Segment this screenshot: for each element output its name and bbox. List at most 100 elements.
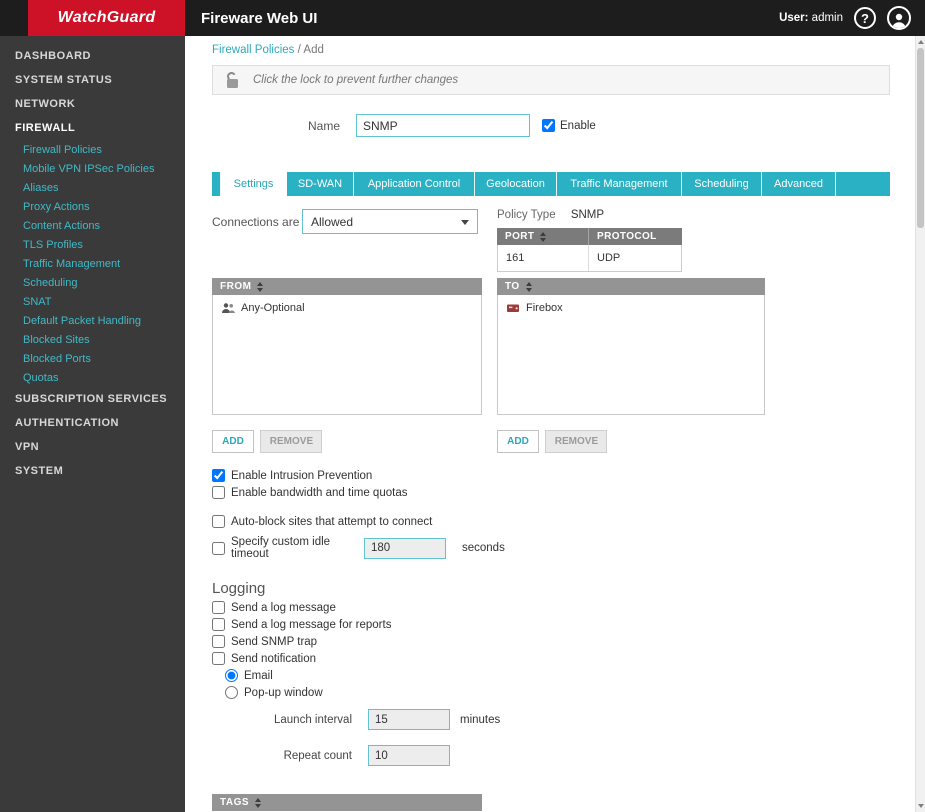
send-log-checkbox[interactable] — [212, 601, 225, 614]
sidebar-item-system[interactable]: SYSTEM — [0, 459, 185, 483]
sidebar-item-blocked-sites[interactable]: Blocked Sites — [0, 330, 185, 349]
top-bar: WatchGuard Fireware Web UI User: admin ? — [0, 0, 925, 36]
sort-icon — [255, 797, 262, 808]
send-log-reports-row: Send a log message for reports — [212, 618, 890, 631]
send-snmp-trap-checkbox[interactable] — [212, 635, 225, 648]
send-snmp-trap-row: Send SNMP trap — [212, 635, 890, 648]
to-remove-button[interactable]: REMOVE — [545, 430, 608, 453]
lock-banner: Click the lock to prevent further change… — [212, 65, 890, 95]
sidebar-item-scheduling[interactable]: Scheduling — [0, 273, 185, 292]
sidebar-item-firewall-policies[interactable]: Firewall Policies — [0, 140, 185, 159]
to-list-header[interactable]: TO — [497, 278, 765, 295]
to-add-button[interactable]: ADD — [497, 430, 539, 453]
port-table: PORT PROTOCOL 161 UDP — [497, 228, 682, 272]
sidebar-item-traffic-management[interactable]: Traffic Management — [0, 254, 185, 273]
sidebar: DASHBOARD SYSTEM STATUS NETWORK FIREWALL… — [0, 36, 185, 812]
lock-banner-message: Click the lock to prevent further change… — [253, 74, 459, 86]
user-avatar-icon[interactable] — [887, 6, 911, 30]
idle-timeout-unit: seconds — [462, 542, 505, 554]
breadcrumb-firewall-policies-link[interactable]: Firewall Policies — [212, 44, 294, 56]
breadcrumb-current: Add — [303, 44, 324, 56]
launch-interval-row: Launch interval minutes — [212, 709, 890, 730]
sidebar-item-quotas[interactable]: Quotas — [0, 368, 185, 387]
connections-dropdown[interactable]: Allowed — [302, 209, 478, 234]
sidebar-item-aliases[interactable]: Aliases — [0, 178, 185, 197]
send-log-reports-label: Send a log message for reports — [231, 618, 392, 631]
sidebar-item-system-status[interactable]: SYSTEM STATUS — [0, 68, 185, 92]
protocol-cell: UDP — [597, 252, 621, 264]
auto-block-checkbox[interactable] — [212, 515, 225, 528]
idle-timeout-label: Specify custom idle timeout — [231, 536, 331, 560]
tab-settings[interactable]: Settings — [221, 172, 287, 196]
send-notification-checkbox[interactable] — [212, 652, 225, 665]
bandwidth-quotas-label: Enable bandwidth and time quotas — [231, 486, 408, 499]
person-icon — [892, 13, 906, 28]
sort-icon — [540, 231, 547, 242]
from-to-row: FROM Any-Optional TO Firebox — [212, 278, 890, 415]
vertical-scrollbar[interactable] — [915, 36, 925, 812]
to-list[interactable]: Firebox — [497, 295, 765, 415]
notify-popup-radio[interactable] — [225, 686, 238, 699]
tags-header[interactable]: TAGS — [212, 794, 482, 811]
watchguard-logo[interactable]: WatchGuard — [28, 0, 185, 36]
sidebar-item-tls-profiles[interactable]: TLS Profiles — [0, 235, 185, 254]
sidebar-item-subscription-services[interactable]: SUBSCRIPTION SERVICES — [0, 387, 185, 411]
firebox-icon — [507, 304, 519, 312]
sidebar-item-vpn[interactable]: VPN — [0, 435, 185, 459]
from-remove-button[interactable]: REMOVE — [260, 430, 323, 453]
sidebar-item-network[interactable]: NETWORK — [0, 92, 185, 116]
sidebar-item-default-packet-handling[interactable]: Default Packet Handling — [0, 311, 185, 330]
list-item[interactable]: Firebox — [506, 302, 756, 314]
logo-text: WatchGuard — [57, 9, 156, 26]
auto-block-row: Auto-block sites that attempt to connect — [212, 515, 890, 528]
idle-timeout-checkbox[interactable] — [212, 541, 225, 555]
tab-sd-wan[interactable]: SD-WAN — [287, 172, 354, 196]
scrollbar-thumb[interactable] — [917, 48, 924, 228]
send-notification-row: Send notification — [212, 652, 890, 665]
list-item[interactable]: Any-Optional — [221, 302, 473, 314]
tab-traffic-management[interactable]: Traffic Management — [557, 172, 682, 196]
scroll-up-button[interactable] — [916, 36, 925, 48]
notify-popup-label: Pop-up window — [244, 686, 323, 699]
sidebar-item-dashboard[interactable]: DASHBOARD — [0, 44, 185, 68]
from-list[interactable]: Any-Optional — [212, 295, 482, 415]
help-icon[interactable]: ? — [854, 7, 876, 29]
idle-timeout-input[interactable] — [364, 537, 446, 559]
protocol-column-header[interactable]: PROTOCOL — [589, 228, 682, 245]
port-column-header[interactable]: PORT — [497, 228, 589, 245]
bandwidth-quotas-checkbox[interactable] — [212, 486, 225, 499]
tab-geolocation[interactable]: Geolocation — [475, 172, 557, 196]
tab-application-control[interactable]: Application Control — [354, 172, 475, 196]
from-list-header[interactable]: FROM — [212, 278, 482, 295]
topbar-right: User: admin ? — [779, 0, 911, 36]
enable-checkbox[interactable] — [542, 119, 555, 132]
sidebar-item-authentication[interactable]: AUTHENTICATION — [0, 411, 185, 435]
main-content: Firewall Policies / Add Click the lock t… — [185, 36, 915, 812]
intrusion-prevention-checkbox[interactable] — [212, 469, 225, 482]
tab-scheduling[interactable]: Scheduling — [682, 172, 762, 196]
user-name: admin — [811, 12, 843, 24]
notify-email-radio[interactable] — [225, 669, 238, 682]
table-row[interactable]: 161 UDP — [497, 245, 682, 272]
user-label: User: — [779, 12, 809, 24]
notify-email-label: Email — [244, 669, 273, 682]
repeat-count-input[interactable] — [368, 745, 450, 766]
open-padlock-icon[interactable] — [223, 71, 243, 89]
sidebar-item-blocked-ports[interactable]: Blocked Ports — [0, 349, 185, 368]
scroll-down-button[interactable] — [916, 800, 925, 812]
to-header-label: TO — [505, 281, 520, 292]
launch-interval-input[interactable] — [368, 709, 450, 730]
sidebar-item-firewall[interactable]: FIREWALL — [0, 116, 185, 140]
send-log-reports-checkbox[interactable] — [212, 618, 225, 631]
sidebar-item-mobile-vpn-ipsec-policies[interactable]: Mobile VPN IPSec Policies — [0, 159, 185, 178]
tab-bar-fill — [836, 172, 890, 196]
notify-email-row: Email — [225, 669, 890, 682]
sidebar-item-proxy-actions[interactable]: Proxy Actions — [0, 197, 185, 216]
from-add-button[interactable]: ADD — [212, 430, 254, 453]
connections-dropdown-value: Allowed — [311, 214, 354, 229]
sidebar-item-content-actions[interactable]: Content Actions — [0, 216, 185, 235]
send-log-label: Send a log message — [231, 601, 336, 614]
name-input[interactable] — [356, 114, 530, 137]
sidebar-item-snat[interactable]: SNAT — [0, 292, 185, 311]
tab-advanced[interactable]: Advanced — [762, 172, 836, 196]
